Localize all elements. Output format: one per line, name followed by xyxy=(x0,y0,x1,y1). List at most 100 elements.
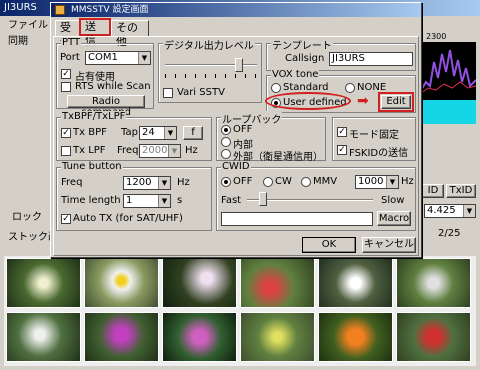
thumbnail-image[interactable] xyxy=(84,258,159,308)
auto-tx-label: Auto TX (for SAT/UHF) xyxy=(73,213,183,224)
ok-button[interactable]: OK xyxy=(302,237,356,253)
thumbnail-image[interactable] xyxy=(6,312,81,362)
time-length-select[interactable]: 1 ▼ xyxy=(123,194,171,208)
thumbnail-image[interactable] xyxy=(162,258,237,308)
vox-standard-radio[interactable] xyxy=(271,83,281,93)
highlight-box xyxy=(378,92,414,112)
transmit-panel: PTT Port COM1 ▼ ✓ 占有使用 RTS while Scan Ra… xyxy=(53,36,419,256)
thumbnail-image[interactable] xyxy=(318,258,393,308)
loopback-off-label: OFF xyxy=(233,124,253,135)
dialog-title-bar: MMSSTV 設定画面 xyxy=(51,3,421,17)
level-slider-ticks xyxy=(165,74,257,78)
vox-group: VOX tone Standard NONE User defined ➡ Ed… xyxy=(265,69,416,113)
template-title: テンプレート xyxy=(271,37,333,52)
id-button[interactable]: ID xyxy=(422,184,444,198)
loopback-off-radio[interactable] xyxy=(221,125,231,135)
tx-bpf-label: Tx BPF xyxy=(73,127,107,138)
filter-f-button[interactable]: f xyxy=(183,126,203,140)
level-slider-thumb[interactable] xyxy=(235,58,243,72)
loopback-external-radio[interactable] xyxy=(221,149,231,159)
tab-receive[interactable]: 受信 xyxy=(55,20,81,48)
thumbnail-image[interactable] xyxy=(396,312,471,362)
lock-label: ロック xyxy=(12,212,42,223)
fskid-label: FSKIDの送信 xyxy=(349,148,409,159)
sync-label: 同期 xyxy=(8,36,28,47)
ptt-group: PTT Port COM1 ▼ ✓ 占有使用 RTS while Scan Ra… xyxy=(56,37,154,118)
chevron-down-icon: ▼ xyxy=(386,176,398,188)
tune-title: Tune button xyxy=(61,161,123,172)
tap-select[interactable]: 24 ▼ xyxy=(139,126,177,140)
fixed-mode-checkbox[interactable]: ✓ xyxy=(337,127,347,137)
tab-transmit[interactable]: 送信 xyxy=(79,18,111,47)
fast-label: Fast xyxy=(221,195,242,206)
cwid-cw-radio[interactable] xyxy=(263,177,273,187)
cwid-title: CWID xyxy=(221,161,251,172)
cancel-button[interactable]: キャンセル xyxy=(362,237,416,253)
cwid-group: CWID OFF CW MMV 1000 ▼ Hz Fast Slow Macr… xyxy=(216,161,416,231)
lpf-freq-value: 2000 xyxy=(142,145,168,156)
time-length-label: Time length xyxy=(61,195,121,206)
chevron-down-icon: ▼ xyxy=(463,205,475,217)
vari-sstv-checkbox[interactable] xyxy=(163,88,173,98)
settings-dialog: MMSSTV 設定画面 受信 送信 その他 PTT Port COM1 ▼ ✓ … xyxy=(50,2,422,258)
cwid-off-radio[interactable] xyxy=(221,177,231,187)
thumbnail-image[interactable] xyxy=(240,312,315,362)
tune-freq-select[interactable]: 1200 ▼ xyxy=(123,176,171,190)
port-select[interactable]: COM1 ▼ xyxy=(85,51,151,65)
thumbnail-image[interactable] xyxy=(240,258,315,308)
digital-level-group: デジタル出力レベル Vari SSTV xyxy=(158,37,262,103)
cw-speed-slider-thumb[interactable] xyxy=(259,192,267,206)
rts-scan-label: RTS while Scan xyxy=(75,81,151,92)
chevron-down-icon: ▼ xyxy=(168,145,180,157)
cwid-mmv-radio[interactable] xyxy=(301,177,311,187)
fixed-mode-label: モード固定 xyxy=(349,130,399,141)
chevron-down-icon: ▼ xyxy=(138,52,150,64)
thumbnail-image[interactable] xyxy=(162,312,237,362)
dialog-title: MMSSTV 設定画面 xyxy=(71,5,149,15)
cwid-text-input[interactable] xyxy=(221,212,373,226)
vox-none-radio[interactable] xyxy=(345,83,355,93)
tap-value: 24 xyxy=(142,127,155,138)
tx-bpf-checkbox[interactable]: ✓ xyxy=(61,128,71,138)
tune-group: Tune button Freq 1200 ▼ Hz Time length 1… xyxy=(56,161,212,231)
vari-sstv-label: Vari SSTV xyxy=(177,87,225,98)
exclusive-checkbox[interactable]: ✓ xyxy=(61,69,71,79)
cwid-freq-select[interactable]: 1000 ▼ xyxy=(355,175,399,189)
thumbnail-image[interactable] xyxy=(396,258,471,308)
app-icon xyxy=(55,5,65,15)
tx-lpf-checkbox[interactable] xyxy=(61,146,71,156)
lpf-freq-select[interactable]: 2000 ▼ xyxy=(139,144,181,158)
radio-command-button[interactable]: Radio command xyxy=(67,95,145,118)
freq-display: 2300 xyxy=(426,32,447,41)
thumbnail-image[interactable] xyxy=(318,312,393,362)
seconds-label: s xyxy=(177,195,183,206)
bpf-lpf-title: TxBPF/TxLPF xyxy=(61,111,127,122)
bpf-lpf-group: TxBPF/TxLPF ✓ Tx BPF Tap 24 ▼ f Tx LPF F… xyxy=(56,111,212,161)
template-group: テンプレート Callsign JI3URS xyxy=(266,37,416,71)
loopback-group: ループバック OFF 内部 外部（衛星通信用） xyxy=(216,111,326,163)
tab-other[interactable]: その他 xyxy=(111,20,149,48)
thumbnail-image[interactable] xyxy=(6,258,81,308)
txid-button[interactable]: TxID xyxy=(446,184,476,198)
cwid-hz-label: Hz xyxy=(401,176,414,187)
tx-lpf-label: Tx LPF xyxy=(73,145,106,156)
auto-tx-checkbox[interactable]: ✓ xyxy=(61,214,71,224)
rts-scan-checkbox[interactable] xyxy=(61,82,71,92)
image-thumbnails xyxy=(4,256,476,366)
highlight-oval xyxy=(265,92,351,110)
chevron-down-icon: ▼ xyxy=(164,127,176,139)
loopback-internal-radio[interactable] xyxy=(221,137,231,147)
cwid-off-label: OFF xyxy=(233,176,253,187)
mode-options-group: ✓ モード固定 ✓ FSKIDの送信 xyxy=(332,117,416,161)
time-length-value: 1 xyxy=(126,195,133,206)
callsign-input[interactable]: JI3URS xyxy=(329,52,413,66)
cwid-cw-label: CW xyxy=(275,176,292,187)
lpf-freq-label: Freq xyxy=(117,145,139,156)
fskid-checkbox[interactable]: ✓ xyxy=(337,145,347,155)
spectrum-display xyxy=(419,42,477,104)
thumbnail-image[interactable] xyxy=(84,312,159,362)
chevron-down-icon: ▼ xyxy=(158,177,170,189)
macro-button[interactable]: Macro xyxy=(377,211,411,226)
ptt-group-title: PTT xyxy=(61,37,82,48)
right-value-combo[interactable]: 4.425 ▼ xyxy=(424,204,476,218)
